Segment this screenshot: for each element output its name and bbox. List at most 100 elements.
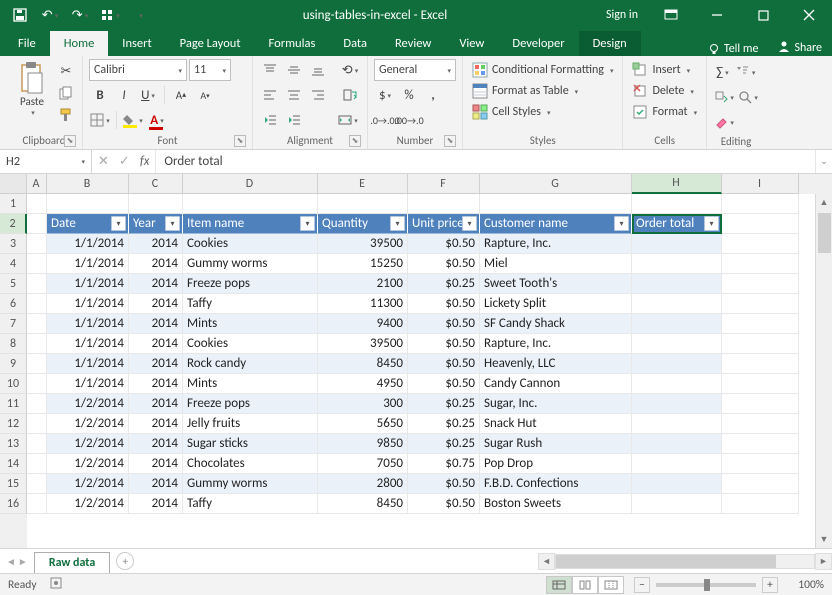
row-header[interactable]: 16 bbox=[0, 494, 27, 514]
filter-dropdown-icon[interactable]: ▾ bbox=[300, 216, 315, 231]
cell[interactable] bbox=[722, 334, 799, 354]
row-header[interactable]: 2 bbox=[0, 214, 27, 234]
cell[interactable]: 1/2/2014 bbox=[47, 414, 129, 434]
cell[interactable] bbox=[632, 234, 722, 254]
cell[interactable] bbox=[722, 294, 799, 314]
cell[interactable]: Taffy bbox=[183, 294, 318, 314]
cell[interactable]: 2014 bbox=[129, 294, 183, 314]
cell[interactable]: 2014 bbox=[129, 494, 183, 514]
filter-dropdown-icon[interactable]: ▾ bbox=[614, 216, 629, 231]
cell[interactable] bbox=[27, 354, 47, 374]
cell[interactable]: 1/2/2014 bbox=[47, 394, 129, 414]
cell[interactable] bbox=[27, 314, 47, 334]
font-size-select[interactable]: 11▾ bbox=[189, 59, 231, 81]
cell[interactable]: 8450 bbox=[318, 354, 408, 374]
row-header[interactable]: 8 bbox=[0, 334, 27, 354]
format-cells-button[interactable]: Format▾ bbox=[629, 103, 700, 121]
cell[interactable]: 5650 bbox=[318, 414, 408, 434]
comma-format-icon[interactable]: , bbox=[422, 84, 444, 106]
new-sheet-icon[interactable]: + bbox=[116, 552, 134, 570]
cell[interactable] bbox=[722, 494, 799, 514]
cell[interactable] bbox=[632, 474, 722, 494]
cell[interactable]: 2014 bbox=[129, 354, 183, 374]
tab-data[interactable]: Data bbox=[329, 31, 381, 56]
cell[interactable]: 1/1/2014 bbox=[47, 254, 129, 274]
tab-developer[interactable]: Developer bbox=[498, 31, 578, 56]
cell[interactable]: $0.50 bbox=[408, 294, 480, 314]
cell[interactable] bbox=[632, 294, 722, 314]
cell[interactable]: 7050 bbox=[318, 454, 408, 474]
zoom-out-icon[interactable]: − bbox=[634, 577, 650, 593]
cell[interactable] bbox=[27, 454, 47, 474]
scroll-left-icon[interactable]: ◄ bbox=[538, 553, 555, 570]
cell[interactable] bbox=[129, 194, 183, 214]
table-header[interactable]: Year▾ bbox=[129, 214, 183, 234]
expand-formula-bar-icon[interactable]: ⌄ bbox=[815, 150, 832, 173]
cell[interactable]: 39500 bbox=[318, 334, 408, 354]
fx-icon[interactable]: fx bbox=[140, 154, 150, 169]
insert-cells-button[interactable]: Insert▾ bbox=[629, 61, 700, 79]
cell[interactable]: $0.25 bbox=[408, 434, 480, 454]
cancel-formula-icon[interactable]: ✕ bbox=[98, 154, 109, 169]
cell[interactable]: Rock candy bbox=[183, 354, 318, 374]
underline-button[interactable]: U▾ bbox=[137, 84, 159, 106]
wrap-text-icon[interactable] bbox=[339, 84, 361, 106]
number-format-select[interactable]: General▾ bbox=[374, 59, 456, 81]
cell[interactable] bbox=[722, 234, 799, 254]
column-header[interactable]: H bbox=[632, 174, 722, 194]
tab-design[interactable]: Design bbox=[579, 31, 641, 56]
cell[interactable]: Rapture, Inc. bbox=[480, 234, 632, 254]
cell[interactable]: Taffy bbox=[183, 494, 318, 514]
cell[interactable]: Chocolates bbox=[183, 454, 318, 474]
row-header[interactable]: 4 bbox=[0, 254, 27, 274]
touch-mode-icon[interactable]: ▾ bbox=[96, 3, 124, 27]
row-header[interactable]: 1 bbox=[0, 194, 27, 214]
filter-dropdown-icon[interactable]: ▾ bbox=[111, 216, 126, 231]
cell[interactable]: 1/1/2014 bbox=[47, 314, 129, 334]
table-header[interactable]: Item name▾ bbox=[183, 214, 318, 234]
cell[interactable]: Cookies bbox=[183, 334, 318, 354]
sheet-nav-prev-icon[interactable]: ◄ bbox=[6, 555, 16, 568]
row-header[interactable]: 9 bbox=[0, 354, 27, 374]
cell[interactable] bbox=[722, 214, 799, 234]
cell[interactable]: 4950 bbox=[318, 374, 408, 394]
cell[interactable]: Jelly fruits bbox=[183, 414, 318, 434]
decrease-decimal-icon[interactable]: .00→.0 bbox=[398, 109, 420, 131]
sheet-tab[interactable]: Raw data bbox=[34, 552, 110, 573]
cell[interactable]: 2014 bbox=[129, 254, 183, 274]
dialog-launcher-icon[interactable]: ⬊ bbox=[234, 135, 246, 147]
undo-icon[interactable]: ↶▾ bbox=[36, 3, 64, 27]
row-header[interactable]: 7 bbox=[0, 314, 27, 334]
row-header[interactable]: 12 bbox=[0, 414, 27, 434]
percent-format-icon[interactable]: % bbox=[398, 84, 420, 106]
delete-cells-button[interactable]: Delete▾ bbox=[629, 82, 700, 100]
cell[interactable] bbox=[27, 474, 47, 494]
cell[interactable]: 9400 bbox=[318, 314, 408, 334]
cell[interactable]: 8450 bbox=[318, 494, 408, 514]
minimize-icon[interactable] bbox=[694, 0, 740, 30]
clear-icon[interactable]: ▾ bbox=[713, 111, 735, 133]
autosum-icon[interactable]: ∑▾ bbox=[713, 61, 732, 83]
cell[interactable] bbox=[27, 334, 47, 354]
cell[interactable] bbox=[632, 454, 722, 474]
cell[interactable] bbox=[632, 254, 722, 274]
name-box[interactable]: H2▾ bbox=[0, 150, 92, 173]
sort-filter-icon[interactable]: ▾ bbox=[734, 61, 756, 83]
font-color-icon[interactable]: A▾ bbox=[146, 109, 168, 131]
tab-insert[interactable]: Insert bbox=[108, 31, 165, 56]
share-button[interactable]: Share bbox=[768, 40, 832, 56]
cell[interactable]: Mints bbox=[183, 374, 318, 394]
cell[interactable] bbox=[183, 194, 318, 214]
cell[interactable] bbox=[27, 374, 47, 394]
cell[interactable]: 2100 bbox=[318, 274, 408, 294]
align-middle-icon[interactable] bbox=[283, 59, 305, 81]
save-icon[interactable] bbox=[6, 3, 34, 27]
cell[interactable]: 2014 bbox=[129, 474, 183, 494]
cell[interactable]: 2014 bbox=[129, 314, 183, 334]
cell[interactable]: SF Candy Shack bbox=[480, 314, 632, 334]
cell[interactable]: 2014 bbox=[129, 334, 183, 354]
format-painter-icon[interactable] bbox=[56, 105, 76, 125]
scroll-right-icon[interactable]: ► bbox=[815, 553, 832, 570]
align-center-icon[interactable] bbox=[283, 84, 305, 106]
cell[interactable] bbox=[722, 374, 799, 394]
